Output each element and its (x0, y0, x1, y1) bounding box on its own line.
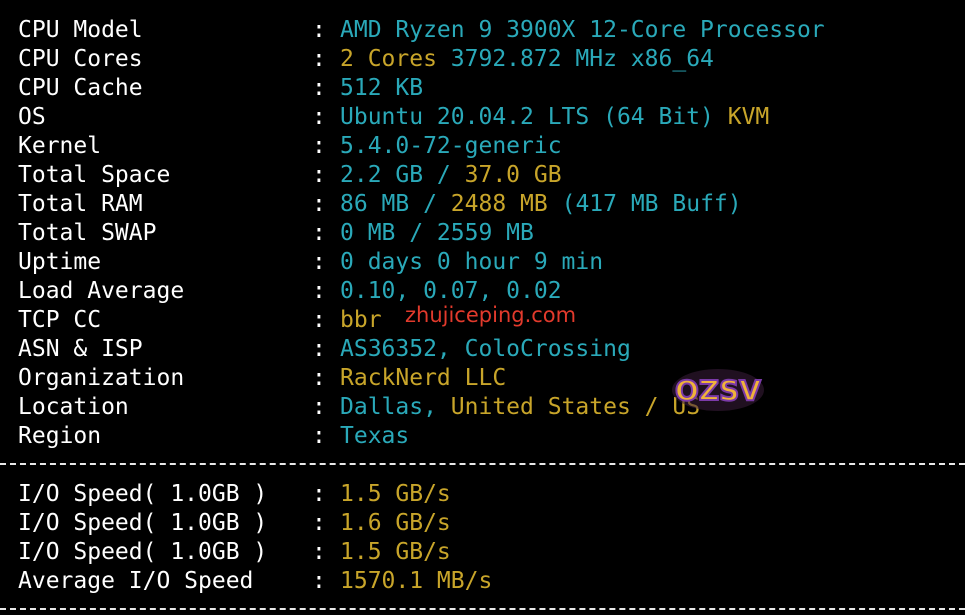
label-os: OS (18, 104, 46, 130)
row-load-average: Load Average : 0.10, 0.07, 0.02 (0, 277, 965, 306)
row-organization: Organization : RackNerd LLC (0, 364, 965, 393)
label-average-io-speed: Average I/O Speed (18, 568, 254, 594)
value-average-io-speed: 1570.1 MB/s (340, 568, 493, 594)
value-ram-buff: (417 MB Buff) (561, 191, 742, 217)
label-kernel: Kernel (18, 133, 102, 159)
separator: : (312, 46, 326, 72)
label-total-ram: Total RAM (18, 191, 143, 217)
separator: : (312, 481, 326, 507)
separator: : (312, 568, 326, 594)
value-uptime: 0 days 0 hour 9 min (340, 249, 604, 275)
value-load-average: 0.10, 0.07, 0.02 (340, 278, 562, 304)
separator: : (312, 249, 326, 275)
separator: : (312, 278, 326, 304)
separator: : (312, 539, 326, 565)
label-uptime: Uptime (18, 249, 102, 275)
value-io-speed: 1.5 GB/s (340, 481, 451, 507)
separator: : (312, 394, 326, 420)
label-io-speed: I/O Speed( 1.0GB ) (18, 510, 268, 536)
label-cpu-cache: CPU Cache (18, 75, 143, 101)
value-os-name: Ubuntu 20.04.2 LTS (64 Bit) (340, 104, 714, 130)
value-os: Ubuntu 20.04.2 LTS (64 Bit) KVM (340, 103, 769, 132)
label-total-space: Total Space (18, 162, 171, 188)
ozsv-logo-text: OZSV (675, 374, 761, 407)
value-io-speed: 1.6 GB/s (340, 510, 451, 536)
value-space-total: 37.0 GB (464, 162, 562, 188)
row-cpu-cache: CPU Cache : 512 KB (0, 74, 965, 103)
value-organization: RackNerd LLC (340, 365, 507, 391)
label-io-speed: I/O Speed( 1.0GB ) (18, 539, 268, 565)
watermark-text: zhujiceping.com (405, 303, 577, 327)
separator: : (312, 104, 326, 130)
value-ram-used: 86 MB / (340, 191, 437, 217)
separator: : (312, 423, 326, 449)
ozsv-logo: OZSV (672, 369, 764, 411)
separator: : (312, 220, 326, 246)
value-total-swap: 0 MB / 2559 MB (340, 220, 534, 246)
separator: : (312, 191, 326, 217)
value-cpu-model: AMD Ryzen 9 3900X 12-Core Processor (340, 17, 825, 43)
row-total-swap: Total SWAP : 0 MB / 2559 MB (0, 219, 965, 248)
separator: : (312, 162, 326, 188)
row-os: OS : Ubuntu 20.04.2 LTS (64 Bit) KVM (0, 103, 965, 132)
value-cpu-cores-count: 2 Cores (340, 46, 437, 72)
value-region: Texas (340, 423, 410, 449)
value-kernel: 5.4.0-72-generic (340, 133, 562, 159)
value-space-used: 2.2 GB / (340, 162, 451, 188)
label-location: Location (18, 394, 129, 420)
row-location: Location : Dallas, United States / US (0, 393, 965, 422)
label-cpu-model: CPU Model (18, 17, 143, 43)
value-tcp-cc: bbr (340, 307, 382, 333)
row-region: Region : Texas (0, 422, 965, 451)
row-kernel: Kernel : 5.4.0-72-generic (0, 132, 965, 161)
label-io-speed: I/O Speed( 1.0GB ) (18, 481, 268, 507)
dashed-divider (0, 596, 965, 615)
label-total-swap: Total SWAP (18, 220, 157, 246)
row-io-speed-3: I/O Speed( 1.0GB ) : 1.5 GB/s (0, 538, 965, 567)
separator: : (312, 307, 326, 333)
value-cpu-cores-freq: 3792.872 MHz x86_64 (450, 46, 714, 72)
row-io-speed-2: I/O Speed( 1.0GB ) : 1.6 GB/s (0, 509, 965, 538)
value-total-ram: 86 MB / 2488 MB (417 MB Buff) (340, 190, 742, 219)
separator: : (312, 336, 326, 362)
row-uptime: Uptime : 0 days 0 hour 9 min (0, 248, 965, 277)
value-location: Dallas, United States / US (340, 393, 700, 422)
label-organization: Organization (18, 365, 185, 391)
separator: : (312, 365, 326, 391)
row-total-space: Total Space : 2.2 GB / 37.0 GB (0, 161, 965, 190)
row-asn-isp: ASN & ISP : AS36352, ColoCrossing (0, 335, 965, 364)
row-cpu-model: CPU Model : AMD Ryzen 9 3900X 12-Core Pr… (0, 16, 965, 45)
separator: : (312, 133, 326, 159)
terminal-window[interactable]: CPU Model : AMD Ryzen 9 3900X 12-Core Pr… (0, 0, 965, 615)
value-location-city: Dallas, (340, 394, 437, 420)
value-cpu-cores: 2 Cores 3792.872 MHz x86_64 (340, 45, 714, 74)
value-asn-isp: AS36352, ColoCrossing (340, 336, 631, 362)
label-cpu-cores: CPU Cores (18, 46, 143, 72)
label-tcp-cc: TCP CC (18, 307, 102, 333)
value-ram-total: 2488 MB (450, 191, 548, 217)
value-cpu-cache: 512 KB (340, 75, 424, 101)
separator: : (312, 510, 326, 536)
value-total-space: 2.2 GB / 37.0 GB (340, 161, 562, 190)
row-io-speed-1: I/O Speed( 1.0GB ) : 1.5 GB/s (0, 480, 965, 509)
label-region: Region (18, 423, 102, 449)
dashed-divider (0, 451, 965, 480)
label-asn-isp: ASN & ISP (18, 336, 143, 362)
row-cpu-cores: CPU Cores : 2 Cores 3792.872 MHz x86_64 (0, 45, 965, 74)
separator: : (312, 17, 326, 43)
separator: : (312, 75, 326, 101)
row-average-io-speed: Average I/O Speed : 1570.1 MB/s (0, 567, 965, 596)
value-os-virt: KVM (727, 104, 770, 130)
label-load-average: Load Average (18, 278, 185, 304)
value-io-speed: 1.5 GB/s (340, 539, 451, 565)
row-total-ram: Total RAM : 86 MB / 2488 MB (417 MB Buff… (0, 190, 965, 219)
value-location-country: United States / (450, 394, 659, 420)
